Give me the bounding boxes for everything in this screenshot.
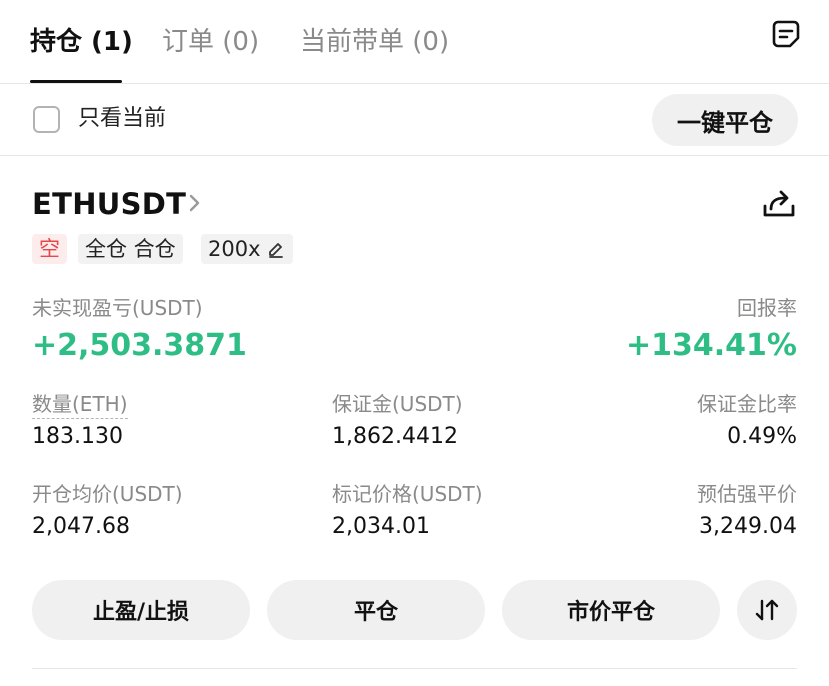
entry-price-value: 2,047.68 <box>32 514 130 539</box>
leverage-tag[interactable]: 200x <box>201 234 293 264</box>
tab-current-copy-trades[interactable]: 当前带单 (0) <box>300 22 449 62</box>
reverse-position-button[interactable] <box>737 580 797 640</box>
margin-ratio-label: 保证金比率 <box>697 392 797 416</box>
share-icon[interactable] <box>761 186 797 222</box>
tp-sl-button[interactable]: 止盈/止损 <box>32 580 250 640</box>
mark-price-label: 标记价格(USDT) <box>332 482 483 506</box>
active-tab-underline <box>30 80 122 83</box>
entry-price-label: 开仓均价(USDT) <box>32 482 183 506</box>
liquidation-price-value: 3,249.04 <box>699 514 797 539</box>
swap-vertical-icon <box>755 599 779 621</box>
card-divider <box>32 668 797 669</box>
tab-orders[interactable]: 订单 (0) <box>162 22 259 62</box>
unrealized-pnl-label: 未实现盈亏(USDT) <box>32 296 203 320</box>
chevron-right-icon[interactable] <box>186 190 204 216</box>
roe-label: 回报率 <box>737 296 797 320</box>
mark-price-value: 2,034.01 <box>332 514 430 539</box>
close-position-button[interactable]: 平仓 <box>267 580 485 640</box>
pencil-icon[interactable] <box>267 240 285 258</box>
margin-ratio-value: 0.49% <box>727 424 797 449</box>
close-all-button[interactable]: 一键平仓 <box>652 94 798 146</box>
liquidation-price-label: 预估强平价 <box>697 482 797 506</box>
unrealized-pnl-value: +2,503.3871 <box>32 328 247 363</box>
filter-row: 只看当前 一键平仓 <box>0 84 829 156</box>
only-current-label[interactable]: 只看当前 <box>78 104 166 134</box>
quantity-value: 183.130 <box>32 424 123 449</box>
margin-mode-tag: 全仓 合仓 <box>78 234 183 264</box>
leverage-value: 200x <box>208 237 261 261</box>
quantity-label[interactable]: 数量(ETH) <box>32 390 128 419</box>
position-symbol[interactable]: ETHUSDT <box>32 184 186 224</box>
document-list-icon[interactable] <box>770 18 802 50</box>
roe-value: +134.41% <box>626 328 797 363</box>
only-current-checkbox[interactable] <box>33 106 60 133</box>
market-close-button[interactable]: 市价平仓 <box>502 580 720 640</box>
position-tabs: 持仓 (1) 订单 (0) 当前带单 (0) <box>0 0 829 84</box>
margin-label: 保证金(USDT) <box>332 392 463 416</box>
tab-positions[interactable]: 持仓 (1) <box>30 22 133 62</box>
position-side-tag: 空 <box>32 234 67 264</box>
margin-value: 1,862.4412 <box>332 424 458 449</box>
